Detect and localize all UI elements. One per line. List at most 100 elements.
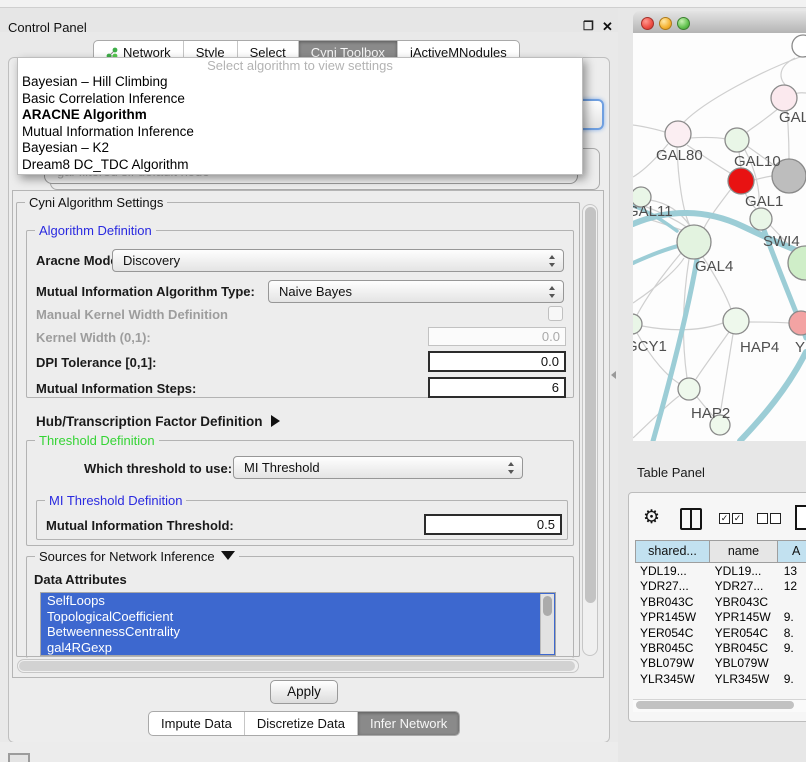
table-row[interactable]: YDR27...YDR27...12 <box>635 579 806 594</box>
float-window-icon[interactable]: ❐ <box>583 19 594 33</box>
hub-definition-toggle[interactable]: Hub/Transcription Factor Definition <box>36 414 280 429</box>
select-all-checkbox-icon[interactable]: ✓ <box>732 513 743 524</box>
table-cell <box>778 595 806 610</box>
attribute-item-selected[interactable]: gal4RGexp <box>41 640 555 656</box>
kernel-width-field[interactable]: 0.0 <box>428 327 566 346</box>
tab-infer-network[interactable]: Infer Network <box>358 712 459 735</box>
column-header[interactable]: A <box>777 540 806 563</box>
algorithm-option[interactable]: Bayesian – K2 <box>18 140 582 157</box>
network-node[interactable] <box>792 35 806 57</box>
table-row[interactable]: YDL19...YDL19...13 <box>635 564 806 579</box>
network-node-gcy1[interactable] <box>633 314 642 334</box>
minimized-panel-icon[interactable] <box>8 753 30 762</box>
table-row[interactable]: YBR045CYBR045C9. <box>635 641 806 656</box>
table-row[interactable]: YBR043CYBR043C <box>635 595 806 610</box>
mac-minimize-icon[interactable] <box>659 17 672 30</box>
table-cell: YBR045C <box>635 641 709 656</box>
network-node-hap4[interactable] <box>723 308 749 334</box>
splitter-handle[interactable] <box>611 371 616 379</box>
node-label: SWI4 <box>763 233 800 250</box>
column-header[interactable]: name <box>709 540 778 563</box>
algorithm-option[interactable]: ARACNE Algorithm <box>18 107 582 124</box>
select-all-checkbox-icon[interactable]: ✓ <box>719 513 730 524</box>
tab-discretize-data[interactable]: Discretize Data <box>245 712 358 735</box>
attribute-item-selected[interactable]: TopologicalCoefficient <box>41 609 555 625</box>
node-label: HAP4 <box>740 339 779 356</box>
algorithm-option[interactable]: Bayesian – Hill Climbing <box>18 74 582 91</box>
table-row[interactable]: YER054CYER054C8. <box>635 626 806 641</box>
aracne-mode-label: Aracne Mode: <box>36 253 122 268</box>
network-node-gal1[interactable] <box>728 168 754 194</box>
node-label: GAL4 <box>695 258 733 275</box>
table-row[interactable]: YPR145WYPR145W9. <box>635 610 806 625</box>
column-header[interactable]: shared... <box>635 540 710 563</box>
algorithm-option[interactable]: Basic Correlation Inference <box>18 91 582 108</box>
sources-group-title[interactable]: Sources for Network Inference <box>35 549 239 564</box>
tab-impute-data[interactable]: Impute Data <box>149 712 245 735</box>
table-cell: 9. <box>778 687 806 689</box>
top-strip <box>0 0 806 8</box>
attributes-scrollbar-thumb[interactable] <box>543 596 552 616</box>
table-cell: YBR043C <box>709 595 778 610</box>
settings-horizontal-scrollbar-thumb[interactable] <box>19 661 575 671</box>
apply-button[interactable]: Apply <box>270 680 338 704</box>
which-threshold-select[interactable]: MI Threshold <box>233 456 523 479</box>
node-table[interactable]: YDL19...YDL19...13YDR27...YDR27...12YBR0… <box>635 564 806 689</box>
network-node-gal80[interactable] <box>665 121 691 147</box>
algorithm-option[interactable]: Mutual Information Inference <box>18 124 582 141</box>
table-horizontal-scrollbar-thumb[interactable] <box>636 701 794 709</box>
deselect-checkbox-icon[interactable] <box>770 513 781 524</box>
close-panel-icon[interactable]: ✕ <box>602 19 613 35</box>
cyni-bottom-tabbar: Impute Data Discretize DataInfer Network <box>148 711 460 736</box>
node-label: GAL <box>779 109 806 126</box>
table-cell: YLR345W <box>709 672 778 687</box>
network-node-gal4[interactable] <box>677 225 711 259</box>
combo-arrows-icon <box>508 461 515 475</box>
manual-kernel-width-checkbox[interactable] <box>548 306 563 321</box>
data-attributes-list[interactable]: SelfLoopsTopologicalCoefficientBetweenne… <box>40 592 556 656</box>
attribute-item-selected[interactable]: SelfLoops <box>41 593 555 609</box>
table-row[interactable]: YLR345WYLR345W9. <box>635 672 806 687</box>
dpi-tolerance-field[interactable]: 0.0 <box>428 351 566 372</box>
threshold-definition-title: Threshold Definition <box>35 433 159 448</box>
hub-definition-label: Hub/Transcription Factor Definition <box>36 414 263 429</box>
tab-label: Impute Data <box>161 712 232 735</box>
table-row[interactable]: YBL079WYBL079W <box>635 656 806 671</box>
network-canvas[interactable]: GALGAL80GAL10GAL1GAL11SWI4GAL4GCY1HAP4YH… <box>633 33 806 441</box>
deselect-checkbox-icon[interactable] <box>757 513 768 524</box>
table-panel-title: Table Panel <box>637 465 705 480</box>
network-node-gal[interactable] <box>771 85 797 111</box>
dpi-tolerance-label: DPI Tolerance [0,1]: <box>36 355 156 370</box>
control-panel-title: Control Panel <box>8 20 87 35</box>
sources-title-text: Sources for Network Inference <box>39 549 215 564</box>
document-icon[interactable] <box>795 505 806 530</box>
table-cell <box>778 656 806 671</box>
table-cell: YER054C <box>709 626 778 641</box>
network-window-titlebar[interactable] <box>633 11 806 34</box>
mi-steps-field[interactable]: 6 <box>428 377 566 398</box>
algorithm-option[interactable]: Dream8 DC_TDC Algorithm <box>18 157 582 174</box>
table-cell: YPR145W <box>635 610 709 625</box>
network-node-y[interactable] <box>789 311 806 335</box>
mi-type-value: Naive Bayes <box>279 284 352 299</box>
network-node-swi4[interactable] <box>750 208 772 230</box>
table-cell: YLR345W <box>635 672 709 687</box>
network-node-hap2[interactable] <box>678 378 700 400</box>
aracne-mode-select[interactable]: Discovery <box>112 249 564 272</box>
mi-threshold-label: Mutual Information Threshold: <box>46 518 234 533</box>
mac-zoom-icon[interactable] <box>677 17 690 30</box>
mi-threshold-field[interactable]: 0.5 <box>424 514 562 535</box>
network-graph: GALGAL80GAL10GAL1GAL11SWI4GAL4GCY1HAP4YH… <box>633 33 806 441</box>
attribute-item-selected[interactable]: BetweennessCentrality <box>41 624 555 640</box>
network-node-gal10[interactable] <box>725 128 749 152</box>
cyni-settings-group-title: Cyni Algorithm Settings <box>25 195 167 210</box>
mi-type-select[interactable]: Naive Bayes <box>268 280 564 303</box>
mac-close-icon[interactable] <box>641 17 654 30</box>
gear-icon[interactable]: ⚙ <box>643 506 660 529</box>
table-row[interactable]: YIL052CYIL052C9. <box>635 687 806 689</box>
split-columns-icon[interactable] <box>680 508 702 530</box>
mi-steps-label: Mutual Information Steps: <box>36 381 196 396</box>
attributes-scrollbar[interactable] <box>540 594 554 654</box>
table-cell: YIL052C <box>635 687 709 689</box>
settings-vertical-scrollbar-thumb[interactable] <box>585 207 596 603</box>
